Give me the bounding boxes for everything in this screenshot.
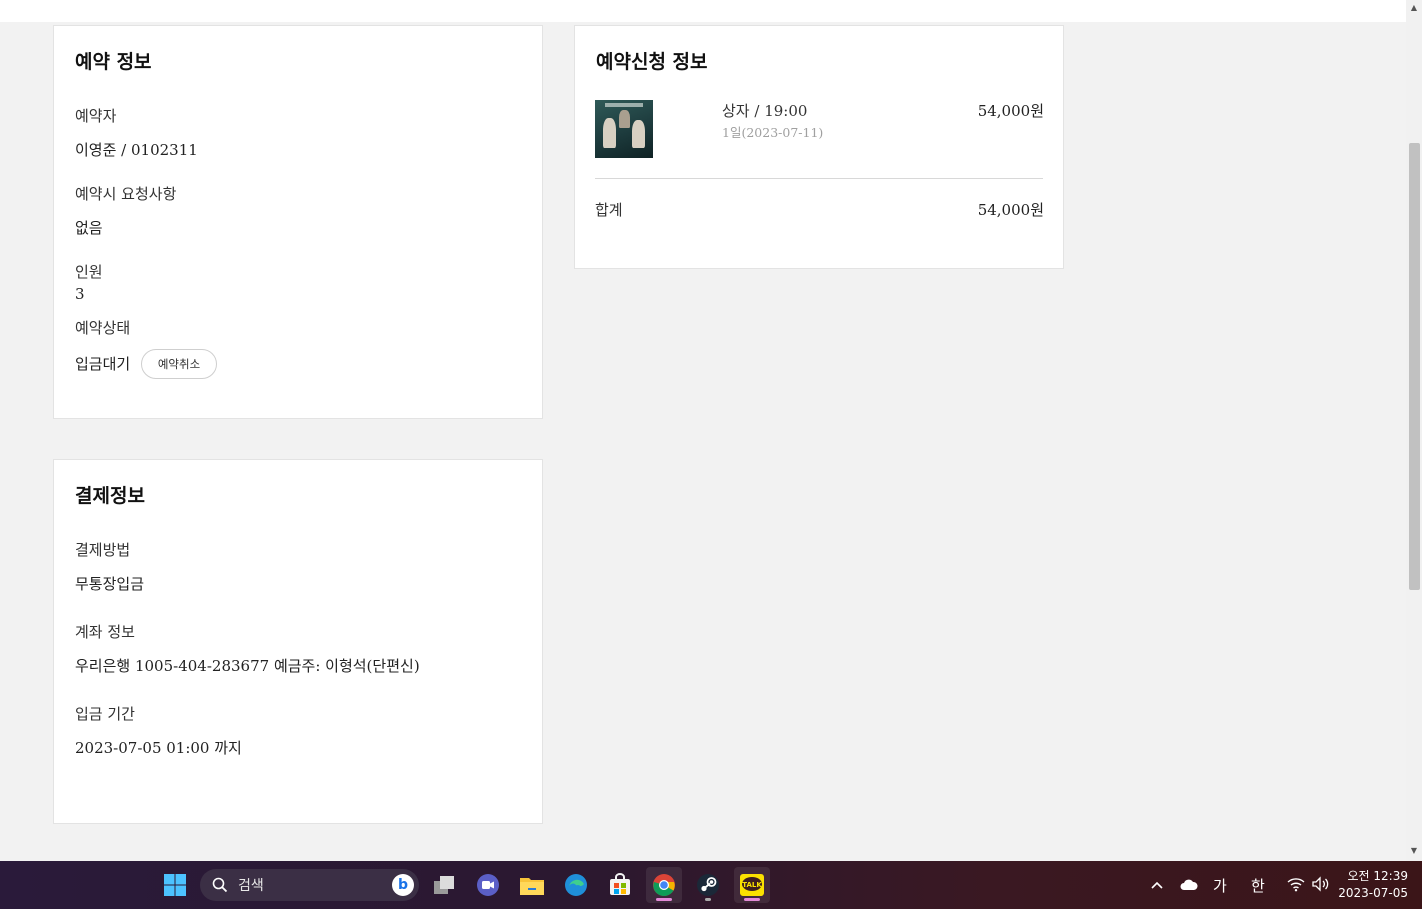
cancel-reservation-button[interactable]: 예약취소 [141, 349, 217, 379]
booker-value: 이영준 / 0102311 [75, 141, 198, 159]
store-icon[interactable] [602, 867, 638, 903]
steam-icon[interactable] [690, 867, 726, 903]
request-info-card: 예약신청 정보 상자 / 19:00 1일(2023-07-11) 54,000… [574, 25, 1064, 269]
people-value: 3 [75, 285, 85, 303]
bing-icon[interactable]: b [392, 874, 414, 896]
task-view-icon[interactable] [426, 867, 462, 903]
request-note-label: 예약시 요청사항 [75, 185, 177, 203]
deposit-deadline-label: 입금 기간 [75, 705, 135, 723]
chevron-up-icon[interactable] [1149, 875, 1165, 895]
taskbar-search[interactable]: 검색 b [200, 869, 419, 901]
kakaotalk-icon[interactable]: TALK [734, 867, 770, 903]
request-info-title: 예약신청 정보 [596, 51, 708, 73]
item-date: 1일(2023-07-11) [722, 125, 824, 140]
divider [595, 178, 1043, 179]
payment-method-label: 결제방법 [75, 541, 131, 559]
taskbar: 검색 b TALK 가 한 오전 12:39 2023-07-05 [0, 861, 1422, 909]
payment-method-value: 무통장입금 [75, 575, 145, 593]
deposit-deadline-value: 2023-07-05 01:00 까지 [75, 739, 242, 757]
edge-icon[interactable] [558, 867, 594, 903]
clock-time: 오전 12:39 [1347, 869, 1408, 883]
kakaotalk-label: TALK [742, 881, 762, 889]
ime-mode-indicator[interactable]: 가 [1213, 875, 1227, 896]
scroll-down-arrow-icon[interactable]: ▼ [1408, 846, 1420, 856]
request-note-value: 없음 [75, 219, 103, 237]
start-icon[interactable] [157, 867, 193, 903]
clock[interactable]: 오전 12:39 2023-07-05 [1338, 868, 1408, 902]
status-value: 입금대기 [75, 355, 131, 373]
top-bar [0, 0, 1406, 22]
wifi-icon[interactable] [1287, 876, 1305, 894]
payment-info-title: 결제정보 [75, 485, 145, 507]
reservation-info-title: 예약 정보 [75, 51, 152, 73]
scrollbar-thumb[interactable] [1409, 143, 1420, 590]
payment-info-card: 결제정보 결제방법 무통장입금 계좌 정보 우리은행 1005-404-2836… [53, 459, 543, 824]
search-placeholder: 검색 [238, 878, 264, 894]
volume-icon[interactable] [1311, 876, 1331, 894]
status-label: 예약상태 [75, 319, 131, 337]
total-value: 54,000원 [977, 201, 1044, 219]
search-icon [211, 876, 229, 894]
item-name: 상자 / 19:00 [722, 102, 808, 120]
chrome-icon[interactable] [646, 867, 682, 903]
item-price: 54,000원 [977, 102, 1044, 120]
booker-label: 예약자 [75, 107, 117, 125]
clock-date: 2023-07-05 [1338, 886, 1408, 900]
chat-icon[interactable] [470, 867, 506, 903]
account-info-value: 우리은행 1005-404-283677 예금주: 이형석(단편신) [75, 657, 420, 675]
onedrive-cloud-icon[interactable] [1179, 875, 1199, 895]
scroll-up-arrow-icon[interactable]: ▲ [1408, 3, 1420, 13]
reservation-info-card: 예약 정보 예약자 이영준 / 0102311 예약시 요청사항 없음 인원 3… [53, 25, 543, 419]
people-label: 인원 [75, 263, 103, 281]
account-info-label: 계좌 정보 [75, 623, 135, 641]
ime-language-indicator[interactable]: 한 [1251, 875, 1265, 896]
theme-thumbnail[interactable] [595, 100, 653, 158]
file-explorer-icon[interactable] [514, 867, 550, 903]
total-label: 합계 [595, 201, 623, 219]
